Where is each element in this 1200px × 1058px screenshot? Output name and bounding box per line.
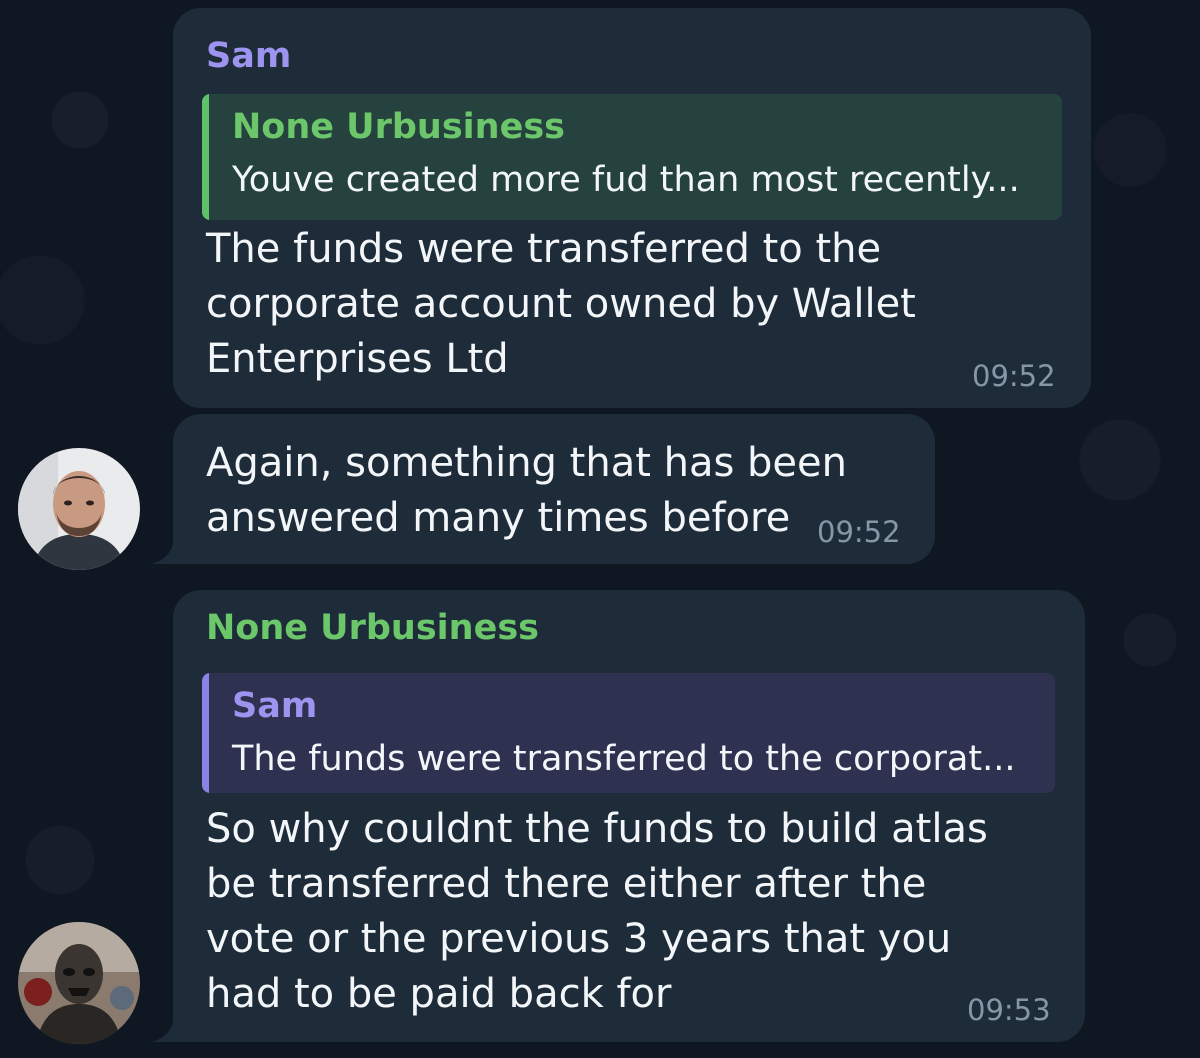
message-time: 09:52 [817, 515, 901, 549]
message-text: The funds were transferred to the corpor… [206, 226, 916, 382]
reply-sender-name: None Urbusiness [232, 107, 565, 147]
user-photo-icon [18, 448, 140, 570]
message-text: Again, something that has been answered … [206, 440, 847, 541]
reply-text: The funds were transferred to the corpor… [232, 739, 1016, 779]
message-time: 09:52 [972, 359, 1056, 393]
bubble-tail [152, 536, 182, 564]
message-bubble[interactable]: Again, something that has been answered … [173, 414, 935, 564]
message-bubble[interactable]: None Urbusiness Sam The funds were trans… [173, 590, 1085, 1042]
avatar-sam[interactable] [18, 448, 140, 570]
message-bubble[interactable]: Sam None Urbusiness Youve created more f… [173, 8, 1091, 408]
sender-name[interactable]: None Urbusiness [206, 606, 539, 650]
bubble-tail [152, 1014, 182, 1042]
user-photo-icon [18, 922, 140, 1044]
reply-preview[interactable]: None Urbusiness Youve created more fud t… [202, 94, 1062, 220]
message-text: So why couldnt the funds to build atlas … [206, 806, 988, 1017]
message-time: 09:53 [967, 993, 1051, 1027]
sender-name[interactable]: Sam [206, 34, 291, 78]
reply-sender-name: Sam [232, 686, 318, 726]
reply-preview[interactable]: Sam The funds were transferred to the co… [202, 673, 1055, 793]
avatar-none-urbusiness[interactable] [18, 922, 140, 1044]
reply-text: Youve created more fud than most recentl… [232, 160, 1020, 200]
